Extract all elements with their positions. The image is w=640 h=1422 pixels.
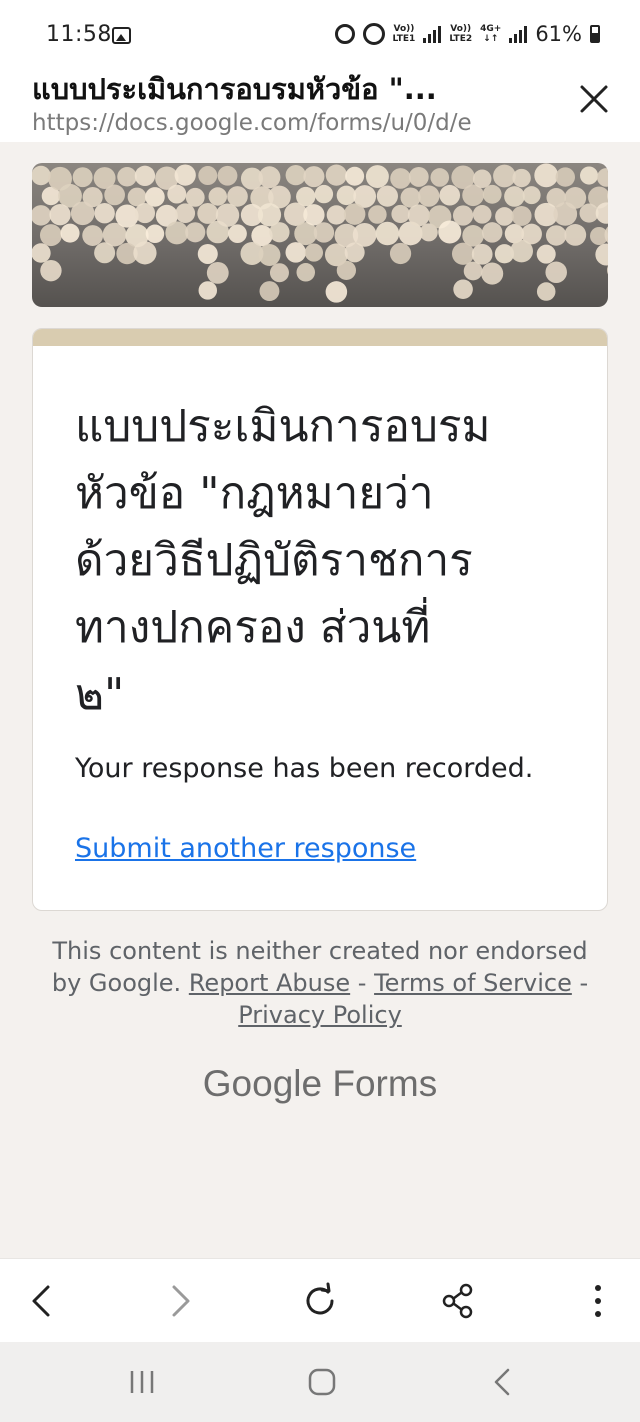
submit-another-response-link[interactable]: Submit another response [75, 833, 416, 864]
signal-icon-1 [423, 25, 442, 43]
system-navigation-bar [0, 1342, 640, 1422]
alarm-icon [334, 24, 355, 44]
card-accent-bar [33, 329, 607, 346]
battery-percent: 61% [535, 22, 582, 46]
form-title-line: ๒" [75, 669, 125, 720]
home-icon [308, 1368, 336, 1396]
google-forms-logo[interactable]: Google Forms [0, 1063, 640, 1105]
signal-icon-2 [509, 25, 528, 43]
network2-bottom: LTE2 [449, 34, 473, 44]
recents-button[interactable] [122, 1364, 162, 1400]
form-title-line: ทางปกครอง ส่วนที่ [75, 602, 431, 653]
page-title: แบบประเมินการอบรมหัวข้อ "... [32, 72, 437, 106]
more-menu-button[interactable] [576, 1279, 620, 1323]
hotspot-icon [362, 23, 385, 45]
network-label-3: 4G+ ↓↑ [480, 24, 501, 44]
page-url[interactable]: https://docs.google.com/forms/u/0/d/e [32, 110, 552, 136]
close-icon [580, 85, 608, 113]
reload-icon [306, 1282, 334, 1315]
more-vert-icon [595, 1285, 601, 1317]
chevron-left-icon [32, 1285, 50, 1317]
footer-separator: - [350, 969, 375, 997]
status-time: 11:58 [46, 22, 112, 47]
browser-bottom-toolbar [0, 1258, 640, 1342]
recents-icon [130, 1371, 154, 1393]
reload-button[interactable] [298, 1279, 342, 1323]
system-back-icon [494, 1368, 510, 1396]
system-back-button[interactable] [482, 1364, 522, 1400]
footer-separator: - [571, 969, 589, 997]
footer-notice: This content is neither created nor endo… [40, 935, 600, 1031]
data-arrows-icon: ↓↑ [483, 34, 499, 44]
confirmation-message: Your response has been recorded. [75, 753, 534, 784]
chevron-right-icon [172, 1285, 190, 1317]
report-abuse-link[interactable]: Report Abuse [189, 969, 350, 997]
forward-button[interactable] [158, 1279, 202, 1323]
form-title-line: แบบประเมินการอบรม [75, 401, 491, 452]
share-button[interactable] [436, 1279, 480, 1323]
network-label-1: Vo)) LTE1 [393, 24, 416, 44]
home-button[interactable] [302, 1364, 342, 1400]
share-icon [442, 1283, 473, 1319]
network1-bottom: LTE1 [392, 34, 416, 44]
response-card: แบบประเมินการอบรม หัวข้อ "กฎหมายว่า ด้วย… [32, 328, 608, 911]
terms-of-service-link[interactable]: Terms of Service [374, 969, 572, 997]
privacy-policy-link[interactable]: Privacy Policy [238, 1001, 402, 1029]
network-label-2: Vo)) LTE2 [449, 24, 472, 44]
back-button[interactable] [20, 1279, 64, 1323]
image-notification-icon [112, 27, 131, 44]
close-button[interactable] [575, 80, 613, 118]
battery-icon [590, 25, 600, 43]
network2-top: Vo)) [450, 24, 472, 34]
form-title-line: ด้วยวิธีปฏิบัติราชการ [75, 535, 473, 586]
form-title-line: หัวข้อ "กฎหมายว่า [75, 468, 434, 519]
form-header-image [32, 163, 608, 307]
custom-tab-header: แบบประเมินการอบรมหัวข้อ "... https://doc… [0, 60, 640, 142]
network1-top: Vo)) [393, 24, 415, 34]
network3-top: 4G+ [480, 24, 502, 34]
status-indicators: Vo)) LTE1 Vo)) LTE2 4G+ ↓↑ 61% [334, 22, 600, 46]
form-title: แบบประเมินการอบรม หัวข้อ "กฎหมายว่า ด้วย… [75, 393, 575, 728]
